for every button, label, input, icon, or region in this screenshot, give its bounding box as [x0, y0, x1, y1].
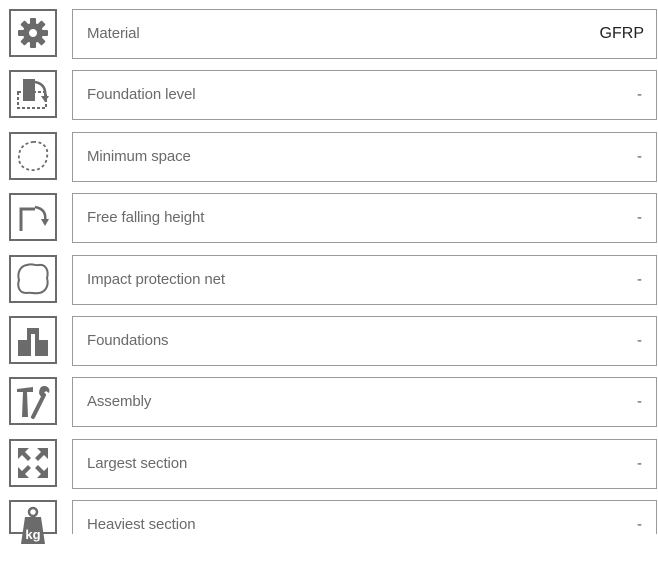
- assembly-value: -: [637, 393, 642, 411]
- largest-section-icon: [9, 438, 57, 487]
- heaviest-section-field: Heaviest section -: [72, 500, 657, 535]
- foundation-level-field: Foundation level -: [72, 70, 657, 121]
- foundations-field: Foundations -: [72, 315, 657, 366]
- minimum-space-icon: [9, 131, 57, 180]
- impact-protection-net-icon: [9, 254, 57, 303]
- weight-kg-icon: kg: [9, 500, 57, 545]
- foundation-level-label: Foundation level: [87, 86, 196, 104]
- impact-protection-net-value: -: [637, 270, 642, 288]
- assembly-field: Assembly -: [72, 377, 657, 428]
- impact-protection-net-label: Impact protection net: [87, 270, 225, 288]
- foundations-icon: [9, 315, 57, 364]
- heaviest-section-label: Heaviest section: [87, 516, 196, 534]
- material-field: Material GFRP: [72, 9, 657, 59]
- foundations-value: -: [637, 331, 642, 349]
- material-label: Material: [87, 25, 140, 42]
- material-value: GFRP: [599, 25, 644, 42]
- impact-protection-net-field: Impact protection net -: [72, 254, 657, 305]
- minimum-space-label: Minimum space: [87, 147, 191, 165]
- largest-section-label: Largest section: [87, 454, 188, 472]
- assembly-tools-icon: [9, 377, 57, 426]
- foundations-label: Foundations: [87, 331, 169, 349]
- free-falling-height-label: Free falling height: [87, 209, 205, 227]
- foundation-level-icon: [9, 70, 57, 119]
- free-falling-height-field: Free falling height -: [72, 193, 657, 244]
- minimum-space-value: -: [637, 147, 642, 165]
- foundation-level-value: -: [637, 86, 642, 104]
- assembly-label: Assembly: [87, 393, 152, 411]
- largest-section-value: -: [637, 454, 642, 472]
- free-falling-height-value: -: [637, 209, 642, 227]
- largest-section-field: Largest section -: [72, 438, 657, 489]
- minimum-space-field: Minimum space -: [72, 131, 657, 182]
- heaviest-section-value: -: [637, 516, 642, 534]
- free-falling-height-icon: [9, 193, 57, 242]
- gear-icon: [9, 9, 57, 57]
